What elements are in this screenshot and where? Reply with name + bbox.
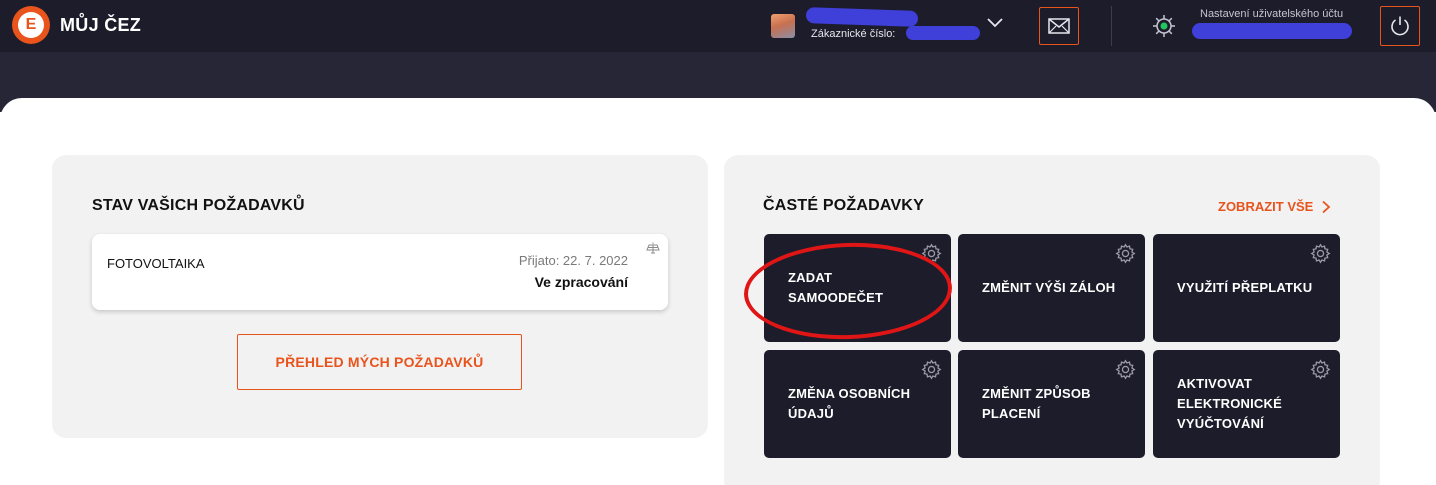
tile-label: ZMĚNA OSOBNÍCH ÚDAJŮ xyxy=(788,386,911,421)
tile-activate-e-billing[interactable]: AKTIVOVAT ELEKTRONICKÉ VYÚČTOVÁNÍ xyxy=(1153,350,1340,458)
tile-label: AKTIVOVAT ELEKTRONICKÉ VYÚČTOVÁNÍ xyxy=(1177,376,1282,431)
gear-icon xyxy=(921,359,942,380)
chevron-down-icon[interactable] xyxy=(986,16,1004,30)
logout-button[interactable] xyxy=(1380,6,1420,46)
request-received-date: Přijato: 22. 7. 2022 xyxy=(518,253,628,268)
header-divider xyxy=(1111,6,1112,46)
tile-label: VYUŽITÍ PŘEPLATKU xyxy=(1177,280,1313,295)
tile-label: ZADAT SAMOODEČET xyxy=(788,270,884,305)
requests-status-title: STAV VAŠICH POŽADAVKŮ xyxy=(92,197,305,214)
gear-icon xyxy=(921,243,942,264)
request-name: FOTOVOLTAIKA xyxy=(107,256,205,271)
tile-change-payment-method[interactable]: ZMĚNIT ZPŮSOB PLACENÍ xyxy=(958,350,1145,458)
tile-enter-meter-reading[interactable]: ZADAT SAMOODEČET xyxy=(764,234,951,342)
power-icon xyxy=(1391,16,1409,36)
show-all-link[interactable]: ZOBRAZIT VŠE xyxy=(1218,199,1331,214)
messages-button[interactable] xyxy=(1039,7,1079,45)
customer-number-label: Zákaznické číslo: xyxy=(811,28,896,40)
tile-change-deposits[interactable]: ZMĚNIT VÝŠI ZÁLOH xyxy=(958,234,1145,342)
tile-label: ZMĚNIT ZPŮSOB PLACENÍ xyxy=(982,386,1091,421)
account-settings-link[interactable]: Nastavení uživatelského účtu xyxy=(1200,8,1343,20)
solar-panel-icon xyxy=(646,242,660,254)
gear-icon xyxy=(1115,359,1136,380)
redacted-customer-number xyxy=(906,26,980,40)
gear-icon xyxy=(1310,243,1331,264)
gear-icon xyxy=(1310,359,1331,380)
tile-label: ZMĚNIT VÝŠI ZÁLOH xyxy=(982,280,1116,295)
gear-icon xyxy=(1115,243,1136,264)
gear-icon[interactable] xyxy=(1152,14,1176,38)
cez-logo-icon[interactable]: E xyxy=(12,6,50,44)
tile-change-personal-data[interactable]: ZMĚNA OSOBNÍCH ÚDAJŮ xyxy=(764,350,951,458)
show-all-label: ZOBRAZIT VŠE xyxy=(1218,199,1314,214)
brand-title[interactable]: MŮJ ČEZ xyxy=(60,15,141,36)
request-card[interactable]: FOTOVOLTAIKA Přijato: 22. 7. 2022 Ve zpr… xyxy=(92,234,668,310)
logo-letter: E xyxy=(18,12,44,38)
request-status: Ve zpracování xyxy=(534,274,628,290)
redacted-user-email xyxy=(1192,23,1352,39)
account-avatar[interactable] xyxy=(771,14,795,38)
chevron-right-icon xyxy=(1322,200,1331,213)
tile-overpayment-usage[interactable]: VYUŽITÍ PŘEPLATKU xyxy=(1153,234,1340,342)
my-requests-overview-button[interactable]: PŘEHLED MÝCH POŽADAVKŮ xyxy=(237,334,522,390)
mail-icon xyxy=(1048,18,1070,34)
frequent-requests-title: ČASTÉ POŽADAVKY xyxy=(763,197,924,214)
